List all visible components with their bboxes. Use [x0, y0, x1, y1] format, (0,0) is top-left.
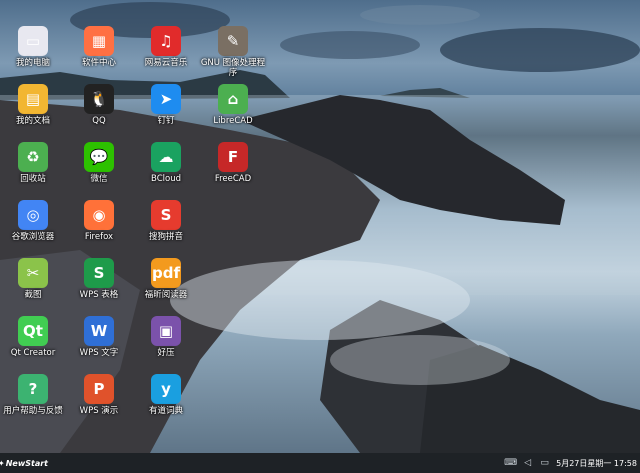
foxit-reader-icon: pdf: [151, 258, 181, 288]
firefox-icon: ◉: [84, 200, 114, 230]
desktop-icon-label: 我的电脑: [15, 58, 50, 68]
qq-icon: 🐧: [84, 84, 114, 114]
desktop-icon-label: 回收站: [20, 174, 46, 184]
system-tray: ⌨ ◁ ▭ 5月27日星期一 17:58: [504, 458, 640, 469]
desktop-icon[interactable]: ▤ 我的文档: [0, 84, 66, 142]
desktop-icon-label: BCloud: [151, 174, 181, 184]
freecad-icon: F: [218, 142, 248, 172]
netease-music-icon: ♫: [151, 26, 181, 56]
desktop-icon[interactable]: ♫ 网易云音乐: [133, 26, 199, 84]
desktop-icon[interactable]: ♻ 回收站: [0, 142, 66, 200]
desktop-icon-label: 搜狗拼音: [148, 232, 183, 242]
desktop-icon-label: 用户帮助与反馈: [3, 406, 63, 416]
desktop-icon-label: 软件中心: [81, 58, 116, 68]
desktop-icon[interactable]: ▣ 好压: [133, 316, 199, 374]
desktop-icon-label: 谷歌浏览器: [11, 232, 55, 242]
desktop-icon[interactable]: ? 用户帮助与反馈: [0, 374, 66, 432]
desktop-icon-label: 微信: [90, 174, 108, 184]
sogou-pinyin-icon: S: [151, 200, 181, 230]
software-center-icon: ▦: [84, 26, 114, 56]
desktop-icon-label: WPS 表格: [79, 290, 119, 300]
desktop-icon-label: FreeCAD: [214, 174, 252, 184]
desktop-icon-label: 截图: [24, 290, 42, 300]
desktop-icon-label: Qt Creator: [10, 348, 56, 358]
desktop-icon[interactable]: ➤ 钉钉: [133, 84, 199, 142]
wps-spreadsheet-icon: S: [84, 258, 114, 288]
desktop-icon[interactable]: Qt Qt Creator: [0, 316, 66, 374]
keyboard-icon[interactable]: ⌨: [504, 458, 517, 469]
desktop-icon-label: 好压: [157, 348, 175, 358]
desktop-icon[interactable]: ▦ 软件中心: [66, 26, 132, 84]
recycle-bin-icon: ♻: [18, 142, 48, 172]
desktop-icon-label: 福昕阅读器: [144, 290, 188, 300]
desktop-icon-label: WPS 演示: [79, 406, 119, 416]
desktop-icon-label: LibreCAD: [213, 116, 253, 126]
desktop-icon[interactable]: pdf 福昕阅读器: [133, 258, 199, 316]
newstart-logo-icon: ✦: [0, 459, 5, 468]
volume-icon[interactable]: ◁: [522, 458, 533, 469]
screenshot-icon: ✂: [18, 258, 48, 288]
haozip-icon: ▣: [151, 316, 181, 346]
desktop-icon[interactable]: S WPS 表格: [66, 258, 132, 316]
desktop-icon-label: WPS 文字: [79, 348, 119, 358]
dingtalk-icon: ➤: [151, 84, 181, 114]
start-label: NewStart: [5, 458, 48, 468]
help-feedback-icon: ?: [18, 374, 48, 404]
desktop-icon-label: QQ: [92, 116, 106, 126]
bcloud-icon: ☁: [151, 142, 181, 172]
gimp-icon: ✎: [218, 26, 248, 56]
desktop-icon[interactable]: F FreeCAD: [200, 142, 266, 200]
taskbar: ✦ NewStart ⌨ ◁ ▭ 5月27日星期一 17:58: [0, 453, 640, 473]
desktop-icon-label: 有道词典: [148, 406, 183, 416]
wps-presentation-icon: P: [84, 374, 114, 404]
desktop-icon[interactable]: ◎ 谷歌浏览器: [0, 200, 66, 258]
librecad-icon: ⌂: [218, 84, 248, 114]
desktop-icon-label: 我的文档: [15, 116, 50, 126]
desktop-icon-label: GNU 图像处理程序: [200, 58, 266, 78]
start-button[interactable]: ✦ NewStart: [0, 453, 48, 473]
desktop-icon[interactable]: ⌂ LibreCAD: [200, 84, 266, 142]
desktop-icon[interactable]: ▭ 我的电脑: [0, 26, 66, 84]
desktop-icon[interactable]: S 搜狗拼音: [133, 200, 199, 258]
youdao-dict-icon: y: [151, 374, 181, 404]
desktop-icon[interactable]: 🐧 QQ: [66, 84, 132, 142]
chrome-icon: ◎: [18, 200, 48, 230]
wps-writer-icon: W: [84, 316, 114, 346]
desktop-icon[interactable]: W WPS 文字: [66, 316, 132, 374]
clock[interactable]: 5月27日星期一 17:58: [556, 458, 637, 469]
qt-creator-icon: Qt: [18, 316, 48, 346]
desktop-icon[interactable]: ◉ Firefox: [66, 200, 132, 258]
network-icon[interactable]: ▭: [539, 458, 550, 469]
folder-icon: ▤: [18, 84, 48, 114]
desktop-icon-label: Firefox: [84, 232, 114, 242]
desktop-icon-label: 网易云音乐: [144, 58, 188, 68]
desktop-icon[interactable]: P WPS 演示: [66, 374, 132, 432]
desktop-icon[interactable]: ☁ BCloud: [133, 142, 199, 200]
desktop-icon[interactable]: ✂ 截图: [0, 258, 66, 316]
desktop-icon[interactable]: y 有道词典: [133, 374, 199, 432]
desktop-icon-label: 钉钉: [157, 116, 175, 126]
desktop-icon[interactable]: ✎ GNU 图像处理程序: [200, 26, 266, 84]
wechat-icon: 💬: [84, 142, 114, 172]
desktop-icon[interactable]: 💬 微信: [66, 142, 132, 200]
computer-icon: ▭: [18, 26, 48, 56]
